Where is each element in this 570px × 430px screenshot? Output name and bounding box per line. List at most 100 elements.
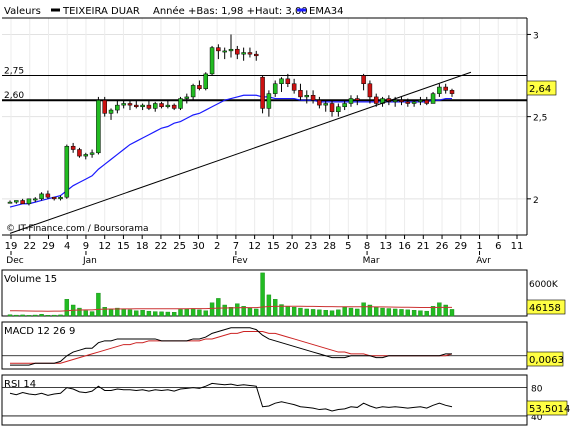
volume-bar (153, 311, 158, 317)
rsi-line (2, 382, 527, 417)
date-axis: 19 22 29 4 9 12 15 18 22 25 30 2 7 12 15 20 23 28 5 8 13 16 21… (5, 235, 523, 266)
macd-lines (2, 327, 527, 366)
date-tick-label: 15 (267, 241, 280, 252)
volume-bar (39, 314, 44, 317)
volume-bar (342, 307, 347, 317)
candle-body (165, 104, 171, 108)
volume-bar (20, 314, 25, 317)
candle-body (279, 78, 284, 85)
volume-bar (348, 307, 354, 317)
candle-body (96, 99, 101, 154)
volume-bar (26, 315, 32, 317)
candle-body (222, 50, 227, 53)
candle-body (329, 103, 335, 112)
candle-body (260, 76, 265, 109)
date-tick-label: 8 (364, 241, 370, 252)
volume-bar (102, 307, 107, 317)
volume-bar (260, 272, 265, 317)
current-macd: 0,0063 (529, 355, 564, 366)
candle-body (178, 98, 183, 109)
main-grid (2, 18, 527, 235)
volume-bar (380, 307, 385, 317)
month-label: Jan (82, 256, 97, 266)
date-tick-label: 1 (476, 241, 482, 252)
volume-bar (171, 312, 177, 317)
volume-bar (336, 309, 341, 317)
candle-body (405, 101, 411, 104)
macd-signal-path (10, 330, 453, 364)
current-rsi: 53,5014 (529, 404, 570, 415)
candle-body (64, 145, 70, 198)
volume-bar (52, 314, 57, 317)
date-tick-label: 18 (136, 241, 149, 252)
candle-body (298, 90, 303, 98)
volume-bar (121, 308, 126, 317)
volume-bar (190, 308, 196, 317)
candle-body (392, 99, 398, 103)
volume-bar (437, 302, 442, 317)
date-tick-label: 29 (454, 241, 467, 252)
date-tick-label: 22 (155, 241, 168, 252)
candle-body (77, 149, 82, 157)
volume-bar (45, 315, 51, 317)
candle-body (367, 83, 373, 98)
candle-body (216, 47, 221, 52)
volume-bar (317, 309, 322, 317)
volume-axis-label: 6000K (529, 280, 559, 290)
date-tick-label: 22 (23, 241, 36, 252)
values-label: Valeurs (4, 6, 41, 17)
volume-bar (14, 314, 19, 317)
volume-bar (127, 309, 133, 317)
stock-chart: Valeurs TEIXEIRA DUAR Année +Bas: 1,98 +… (1, 5, 570, 426)
date-tick-label: 12 (248, 241, 261, 252)
month-label: Avr (476, 256, 491, 266)
current-volume: 46158 (529, 303, 561, 314)
candle-body (399, 99, 404, 103)
candle-body (152, 103, 158, 109)
volume-bar (140, 310, 145, 317)
candle-body (317, 99, 322, 106)
candle-body (102, 99, 107, 114)
volume-bar (361, 302, 366, 317)
candle-body (437, 86, 442, 94)
candle-body (7, 201, 13, 204)
candle-body (285, 78, 291, 85)
candle-body (241, 52, 246, 55)
date-tick-label: 12 (98, 241, 111, 252)
date-tick-label: 25 (173, 241, 186, 252)
volume-bar (7, 314, 13, 317)
volume-bar (184, 308, 190, 317)
date-tick-label: 5 (345, 241, 351, 252)
volume-bar (405, 309, 410, 317)
date-tick-label: 19 (5, 241, 18, 252)
volume-bar (247, 307, 253, 317)
volume-bar (203, 310, 208, 317)
date-tick-label: 23 (304, 241, 317, 252)
candle-body (323, 103, 328, 106)
volume-bar (146, 310, 152, 317)
volume-bar (254, 308, 259, 317)
volume-bar (355, 308, 360, 317)
volume-bar (222, 304, 227, 317)
rsi-tick-label: 80 (531, 385, 543, 395)
candle-body (83, 154, 89, 157)
candle-body (45, 193, 51, 198)
candle-body (89, 152, 95, 155)
volume-bar (165, 311, 171, 317)
candle-body (197, 85, 202, 89)
candle-body (209, 47, 215, 75)
rsi-title: RSI 14 (4, 379, 36, 390)
candle-body (304, 95, 310, 98)
candle-body (115, 104, 120, 111)
volume-bar (228, 307, 234, 317)
candle-body (336, 106, 341, 112)
volume-bar (159, 311, 164, 317)
candle-body (310, 95, 316, 101)
candle-body (235, 48, 240, 55)
volume-bar (449, 309, 455, 317)
level-label: 2,60 (4, 91, 24, 101)
candle-body (443, 86, 448, 91)
macd-panel (1, 321, 528, 370)
date-tick-label: 30 (192, 241, 205, 252)
candle-body (449, 90, 455, 94)
